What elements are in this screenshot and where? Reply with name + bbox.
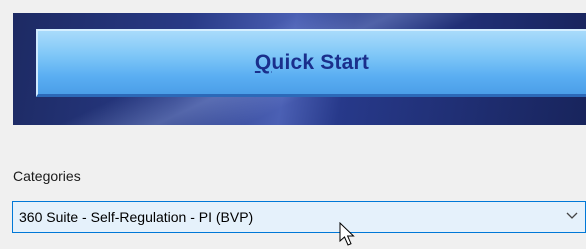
- categories-label: Categories: [13, 168, 81, 184]
- categories-dropdown[interactable]: 360 Suite - Self-Regulation - PI (BVP): [12, 201, 586, 233]
- chevron-down-icon[interactable]: [565, 211, 579, 221]
- quick-start-label-rest: uick Start: [271, 50, 370, 74]
- quick-start-label: Quick Start: [255, 51, 369, 75]
- categories-selected-value: 360 Suite - Self-Regulation - PI (BVP): [19, 209, 254, 225]
- quick-start-mnemonic: Q: [254, 50, 272, 74]
- mouse-pointer-icon: [339, 222, 355, 246]
- quick-start-button[interactable]: Quick Start: [36, 29, 586, 97]
